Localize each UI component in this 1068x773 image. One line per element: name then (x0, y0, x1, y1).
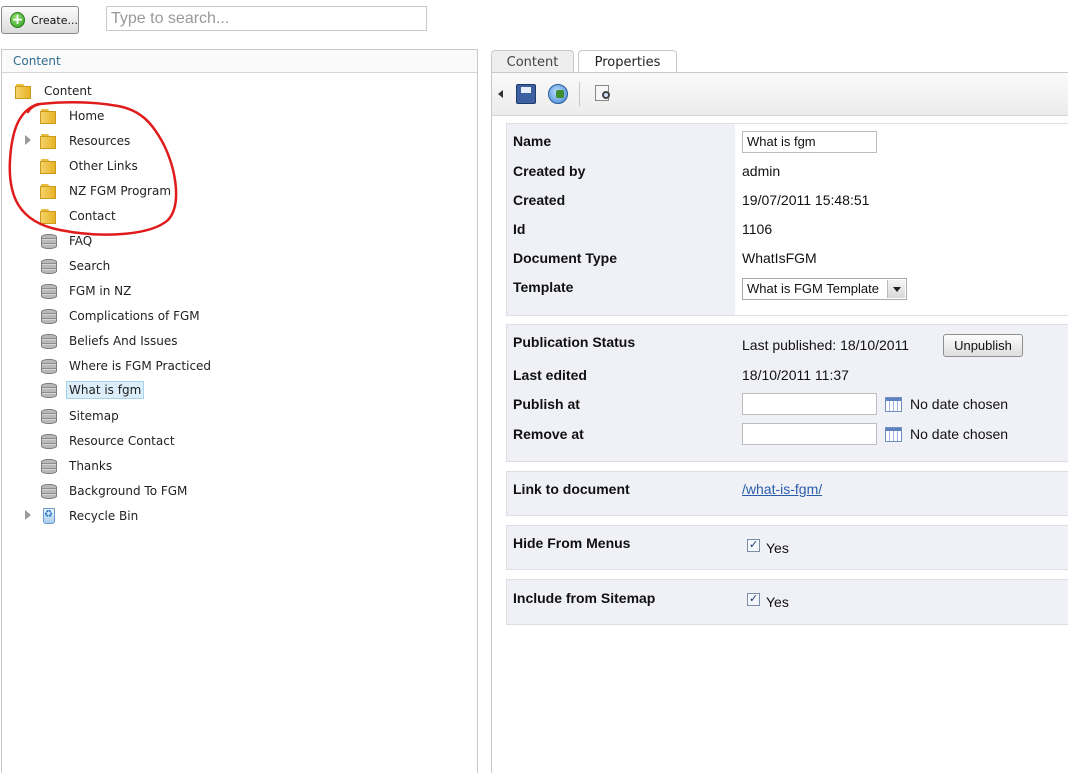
link-section: Link to document /what-is-fgm/ (506, 471, 1068, 516)
publication-status-value: Last published: 18/10/2011 (742, 337, 910, 353)
tree-item-search[interactable]: Search (40, 255, 113, 277)
tree-item-fgm-in-nz[interactable]: FGM in NZ (40, 280, 134, 302)
collapse-arrow-icon[interactable] (498, 90, 503, 98)
template-label: Template (513, 279, 574, 295)
document-icon (40, 333, 58, 349)
publication-section: Publication Status Last published: 18/10… (506, 324, 1068, 462)
hide-from-menus-value: Yes (766, 540, 789, 556)
document-type-label: Document Type (513, 250, 617, 266)
publication-status-label: Publication Status (513, 334, 636, 350)
include-sitemap-section: Include from Sitemap Yes (506, 579, 1068, 625)
document-icon (40, 408, 58, 424)
document-icon (40, 382, 58, 398)
save-icon[interactable] (516, 84, 536, 104)
remove-at-input[interactable] (742, 423, 877, 445)
expand-arrow-icon[interactable] (25, 510, 31, 520)
link-to-document-value[interactable]: /what-is-fgm/ (742, 481, 822, 497)
remove-at-label: Remove at (513, 426, 584, 442)
id-value: 1106 (742, 221, 773, 237)
tree-item-label: Sitemap (69, 409, 119, 423)
template-select[interactable]: What is FGM Template (742, 278, 907, 300)
tree-item-label: Recycle Bin (69, 509, 139, 523)
id-label: Id (513, 221, 526, 237)
tree-item-label: Background To FGM (69, 484, 188, 498)
include-sitemap-label: Include from Sitemap (513, 590, 656, 606)
link-to-document-label: Link to document (513, 481, 630, 497)
document-icon (40, 433, 58, 449)
calendar-icon[interactable] (885, 397, 902, 412)
tree-item-what-is-fgm[interactable]: What is fgm (40, 379, 145, 401)
save-and-publish-icon[interactable] (548, 84, 568, 104)
calendar-icon[interactable] (885, 427, 902, 442)
tree-item-recycle-bin[interactable]: Recycle Bin (40, 505, 141, 527)
unpublish-button[interactable]: Unpublish (943, 334, 1023, 357)
include-sitemap-checkbox[interactable] (747, 592, 760, 606)
publish-at-label: Publish at (513, 396, 580, 412)
tab-content[interactable]: Content (491, 50, 574, 73)
document-icon (40, 283, 58, 299)
name-label: Name (513, 133, 552, 149)
tree-item-sitemap[interactable]: Sitemap (40, 405, 122, 427)
include-sitemap-value: Yes (766, 594, 789, 610)
tree-item-complications[interactable]: Complications of FGM (40, 305, 203, 327)
tree-item-label: FGM in NZ (69, 284, 132, 298)
created-by-value: admin (742, 163, 781, 179)
tree-item-label: Thanks (69, 459, 113, 473)
tree-item-label: Beliefs And Issues (69, 334, 178, 348)
properties-panel: Name What is fgm Created by admin Create… (491, 72, 1068, 773)
document-icon (40, 483, 58, 499)
red-circle-annotation (8, 101, 178, 236)
tree-item-label: Complications of FGM (69, 309, 200, 323)
hide-from-menus-section: Hide From Menus Yes (506, 525, 1068, 570)
tree-item-label: Where is FGM Practiced (69, 359, 212, 373)
tree-item-label: Resource Contact (69, 434, 175, 448)
tree-item-beliefs[interactable]: Beliefs And Issues (40, 330, 181, 352)
hide-from-menus-checkbox[interactable] (747, 538, 760, 552)
chevron-down-icon (887, 280, 905, 298)
last-edited-value: 18/10/2011 11:37 (742, 367, 849, 383)
document-type-value: WhatIsFGM (742, 250, 817, 266)
template-select-value: What is FGM Template (747, 281, 879, 296)
tree-item-background[interactable]: Background To FGM (40, 480, 190, 502)
created-value: 19/07/2011 15:48:51 (742, 192, 870, 208)
tab-properties[interactable]: Properties (578, 50, 677, 74)
tree-item-thanks[interactable]: Thanks (40, 455, 115, 477)
tree-item-resource-contact[interactable]: Resource Contact (40, 430, 178, 452)
general-properties-section: Name What is fgm Created by admin Create… (506, 123, 1068, 316)
document-icon (40, 458, 58, 474)
hide-from-menus-label: Hide From Menus (513, 535, 631, 551)
recycle-bin-icon (40, 508, 58, 524)
document-icon (40, 358, 58, 374)
name-input[interactable]: What is fgm (742, 131, 877, 153)
remove-at-hint: No date chosen (910, 426, 1009, 442)
editor-toolbar (492, 73, 1068, 116)
preview-icon[interactable] (594, 84, 614, 104)
tree-item-label-selected: What is fgm (66, 381, 145, 399)
publish-at-input[interactable] (742, 393, 877, 415)
publish-at-hint: No date chosen (910, 396, 1009, 412)
document-icon (40, 308, 58, 324)
created-by-label: Created by (513, 163, 586, 179)
tree-item-where-practiced[interactable]: Where is FGM Practiced (40, 355, 214, 377)
document-icon (40, 258, 58, 274)
toolbar-separator (579, 82, 580, 106)
created-label: Created (513, 192, 566, 208)
last-edited-label: Last edited (513, 367, 587, 383)
tree-item-label: Search (69, 259, 111, 273)
editor-tabs: Content Properties (491, 50, 1068, 74)
